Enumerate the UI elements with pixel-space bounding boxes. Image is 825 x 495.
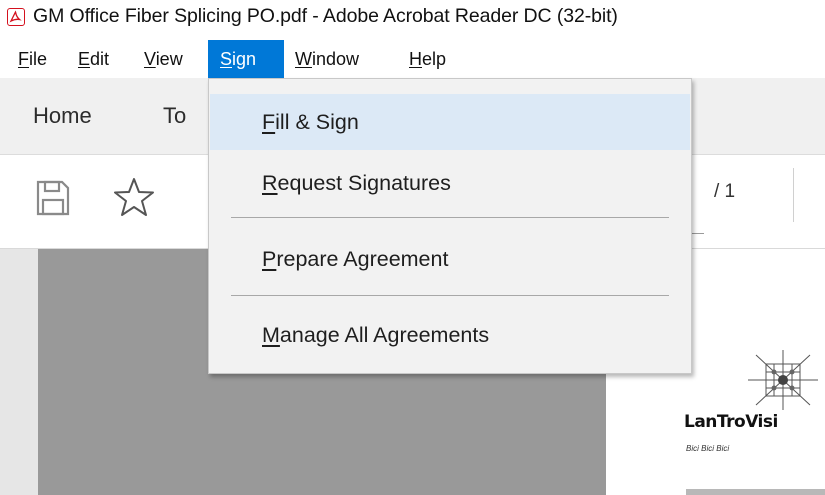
acrobat-icon [7, 8, 25, 26]
menu-edit-mnemonic: E [78, 49, 91, 69]
menu-file-mnemonic: F [18, 49, 29, 69]
menu-view-mnemonic: V [144, 49, 156, 69]
tab-home[interactable]: Home [33, 78, 92, 154]
menu-file[interactable]: File [12, 40, 53, 78]
menu-edit-label: dit [90, 49, 110, 69]
menu-window[interactable]: Window [289, 40, 365, 78]
sign-menu-dropdown: Fill & Sign Request Signatures Prepare A… [208, 78, 692, 374]
logo-text: LanTroVisi [684, 412, 778, 432]
prepare-agreement-label: repare Agreement [276, 247, 449, 271]
menu-view[interactable]: View [138, 40, 189, 78]
menu-help-label: elp [422, 49, 447, 69]
menu-view-label: iew [155, 49, 183, 69]
menu-item-request-signatures[interactable]: Request Signatures [210, 155, 690, 211]
title-bar: GM Office Fiber Splicing PO.pdf - Adobe … [0, 0, 825, 40]
logo-graphic [748, 350, 818, 415]
menu-sign-mnemonic: S [220, 49, 233, 69]
logo-subtext: Bici Bici Bici [686, 444, 730, 453]
menu-window-mnemonic: W [295, 49, 312, 69]
request-signatures-label: equest Signatures [277, 171, 451, 195]
document-image-edge [686, 489, 825, 495]
menu-sign[interactable]: Sign [208, 40, 284, 78]
menu-separator [231, 295, 669, 296]
fill-and-sign-mnemonic: F [262, 110, 276, 134]
toolbar-divider [793, 168, 794, 222]
navigation-pane-edge [0, 249, 38, 495]
menu-file-label: ile [29, 49, 48, 69]
manage-all-agreements-label: anage All Agreements [279, 323, 490, 347]
menu-item-manage-all-agreements[interactable]: Manage All Agreements [210, 307, 690, 363]
menu-item-fill-and-sign[interactable]: Fill & Sign [210, 94, 690, 150]
request-signatures-mnemonic: R [262, 171, 278, 195]
menu-window-label: indow [312, 49, 360, 69]
menu-help-mnemonic: H [409, 49, 422, 69]
menu-sign-label: ign [232, 49, 257, 69]
menu-help[interactable]: Help [403, 40, 452, 78]
menu-edit[interactable]: Edit [72, 40, 115, 78]
tab-tools[interactable]: To [163, 78, 186, 154]
prepare-agreement-mnemonic: P [262, 247, 277, 271]
menu-item-prepare-agreement[interactable]: Prepare Agreement [210, 231, 690, 287]
save-icon[interactable] [36, 180, 70, 221]
menu-separator [231, 217, 669, 218]
menu-bar: File Edit View Sign Window Help [0, 40, 825, 78]
page-total: / 1 [714, 181, 736, 202]
fill-and-sign-label: ill & Sign [275, 110, 359, 134]
window-title: GM Office Fiber Splicing PO.pdf - Adobe … [33, 5, 618, 27]
manage-all-agreements-mnemonic: M [262, 323, 280, 347]
bookmark-star-icon[interactable] [112, 176, 156, 225]
